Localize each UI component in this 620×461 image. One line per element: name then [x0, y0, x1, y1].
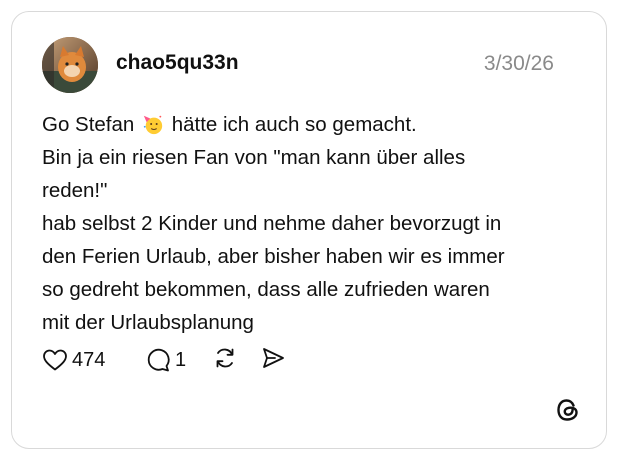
repost-button[interactable]: [212, 345, 238, 371]
post-line-3: reden!": [42, 179, 108, 202]
post-line-1: Go Stefan hätte ich auch so gemacht.: [42, 108, 582, 141]
reply-icon: [147, 348, 170, 372]
like-count: 474: [72, 349, 106, 371]
post-card: chao5qu33n 3/30/26 Go Stefan hätte ich a…: [11, 11, 607, 449]
reply-count: 1: [175, 349, 187, 371]
post-line-2: Bin ja ein riesen Fan von "man kann über…: [42, 146, 466, 169]
post-text: Go Stefan hätte ich auch so gemacht. Bin…: [42, 108, 582, 339]
post-line-4: hab selbst 2 Kinder und nehme daher bevo…: [42, 212, 502, 235]
reply-button[interactable]: 1: [145, 345, 186, 375]
post-line-1-start: Go Stefan: [42, 113, 141, 136]
partying-face-icon: [143, 115, 163, 135]
like-button[interactable]: 474: [42, 345, 105, 375]
heart-icon: [43, 349, 67, 371]
post-line-5: den Ferien Urlaub, aber bisher haben wir…: [42, 245, 505, 268]
post-line-1-end: hätte ich auch so gemacht.: [166, 113, 417, 136]
share-button[interactable]: [260, 345, 286, 371]
username[interactable]: chao5qu33n: [116, 51, 239, 75]
repost-icon: [216, 348, 234, 368]
post-date: 3/30/26: [483, 52, 554, 75]
threads-logo-icon: [557, 399, 578, 421]
avatar[interactable]: [42, 37, 98, 93]
post-line-7: mit der Urlaubsplanung: [42, 311, 254, 334]
share-icon: [263, 348, 284, 368]
post-line-6: so gedreht bekommen, dass alle zufrieden…: [42, 278, 490, 301]
